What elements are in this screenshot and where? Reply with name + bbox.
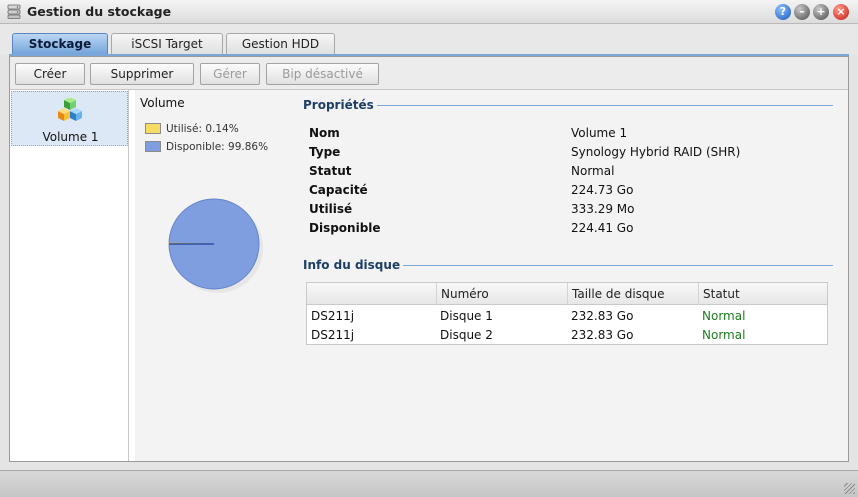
main-content: Créer Supprimer Gérer Bip désactivé Volu…	[9, 56, 849, 462]
prop-status-value: Normal	[571, 164, 615, 178]
properties-title: Propriétés	[303, 98, 374, 112]
details-pane: Volume Utilisé: 0.14% Disponible: 99.86%…	[135, 90, 848, 461]
close-icon[interactable]: ×	[833, 4, 849, 20]
window-title: Gestion du stockage	[27, 4, 172, 19]
column-header-size[interactable]: Taille de disque	[567, 283, 698, 305]
prop-status-key: Statut	[309, 164, 352, 178]
used-legend-swatch	[145, 123, 161, 134]
volume-list: Volume 1	[10, 90, 129, 461]
resize-grip-icon[interactable]	[844, 483, 855, 494]
status-bar	[0, 470, 858, 497]
help-icon[interactable]: ?	[775, 4, 791, 20]
volume-list-item[interactable]: Volume 1	[11, 91, 128, 146]
title-bar: Gestion du stockage ? – + ×	[0, 0, 858, 24]
prop-type-value: Synology Hybrid RAID (SHR)	[571, 145, 741, 159]
beep-button[interactable]: Bip désactivé	[266, 63, 379, 85]
storage-manager-icon	[7, 4, 21, 19]
prop-type-key: Type	[309, 145, 341, 159]
used-legend-label: Utilisé: 0.14%	[166, 123, 239, 135]
volume-cubes-icon	[58, 98, 82, 121]
usage-heading: Volume	[140, 96, 185, 110]
disk-table: Numéro Taille de disque Statut DS211j Di…	[306, 282, 828, 345]
maximize-icon[interactable]: +	[813, 4, 829, 20]
disk-info-title: Info du disque	[303, 258, 401, 272]
minimize-icon[interactable]: –	[794, 4, 810, 20]
prop-available-key: Disponible	[309, 221, 381, 235]
prop-name-key: Nom	[309, 126, 340, 140]
column-header-number[interactable]: Numéro	[436, 283, 567, 305]
properties-divider	[377, 105, 833, 106]
column-header-status[interactable]: Statut	[698, 283, 827, 305]
manage-button[interactable]: Gérer	[200, 63, 260, 85]
available-legend-label: Disponible: 99.86%	[166, 141, 269, 153]
toolbar: Créer Supprimer Gérer Bip désactivé	[10, 57, 848, 90]
delete-button[interactable]: Supprimer	[90, 63, 194, 85]
tab-gestion-hdd[interactable]: Gestion HDD	[226, 33, 335, 55]
prop-used-value: 333.29 Mo	[571, 202, 635, 216]
create-button[interactable]: Créer	[15, 63, 85, 85]
volume-item-label: Volume 1	[42, 130, 99, 144]
prop-available-value: 224.41 Go	[571, 221, 634, 235]
disk-size-cell: 232.83 Go	[571, 328, 634, 342]
prop-capacity-key: Capacité	[309, 183, 368, 197]
usage-pie-chart	[168, 198, 263, 293]
tab-iscsi-target[interactable]: iSCSI Target	[111, 33, 223, 55]
prop-name-value: Volume 1	[571, 126, 628, 140]
disk-number-cell: Disque 1	[440, 309, 493, 323]
available-legend-swatch	[145, 141, 161, 152]
prop-capacity-value: 224.73 Go	[571, 183, 634, 197]
tab-bar: Stockage iSCSI Target Gestion HDD	[0, 24, 858, 56]
disk-table-header: Numéro Taille de disque Statut	[307, 283, 827, 305]
disk-model-cell: DS211j	[311, 328, 355, 342]
tab-stockage[interactable]: Stockage	[12, 33, 108, 56]
column-header-model[interactable]	[307, 283, 436, 305]
disk-info-divider	[403, 265, 833, 266]
prop-used-key: Utilisé	[309, 202, 353, 216]
disk-status-cell: Normal	[702, 328, 746, 342]
disk-model-cell: DS211j	[311, 309, 355, 323]
disk-status-cell: Normal	[702, 309, 746, 323]
disk-size-cell: 232.83 Go	[571, 309, 634, 323]
disk-number-cell: Disque 2	[440, 328, 493, 342]
